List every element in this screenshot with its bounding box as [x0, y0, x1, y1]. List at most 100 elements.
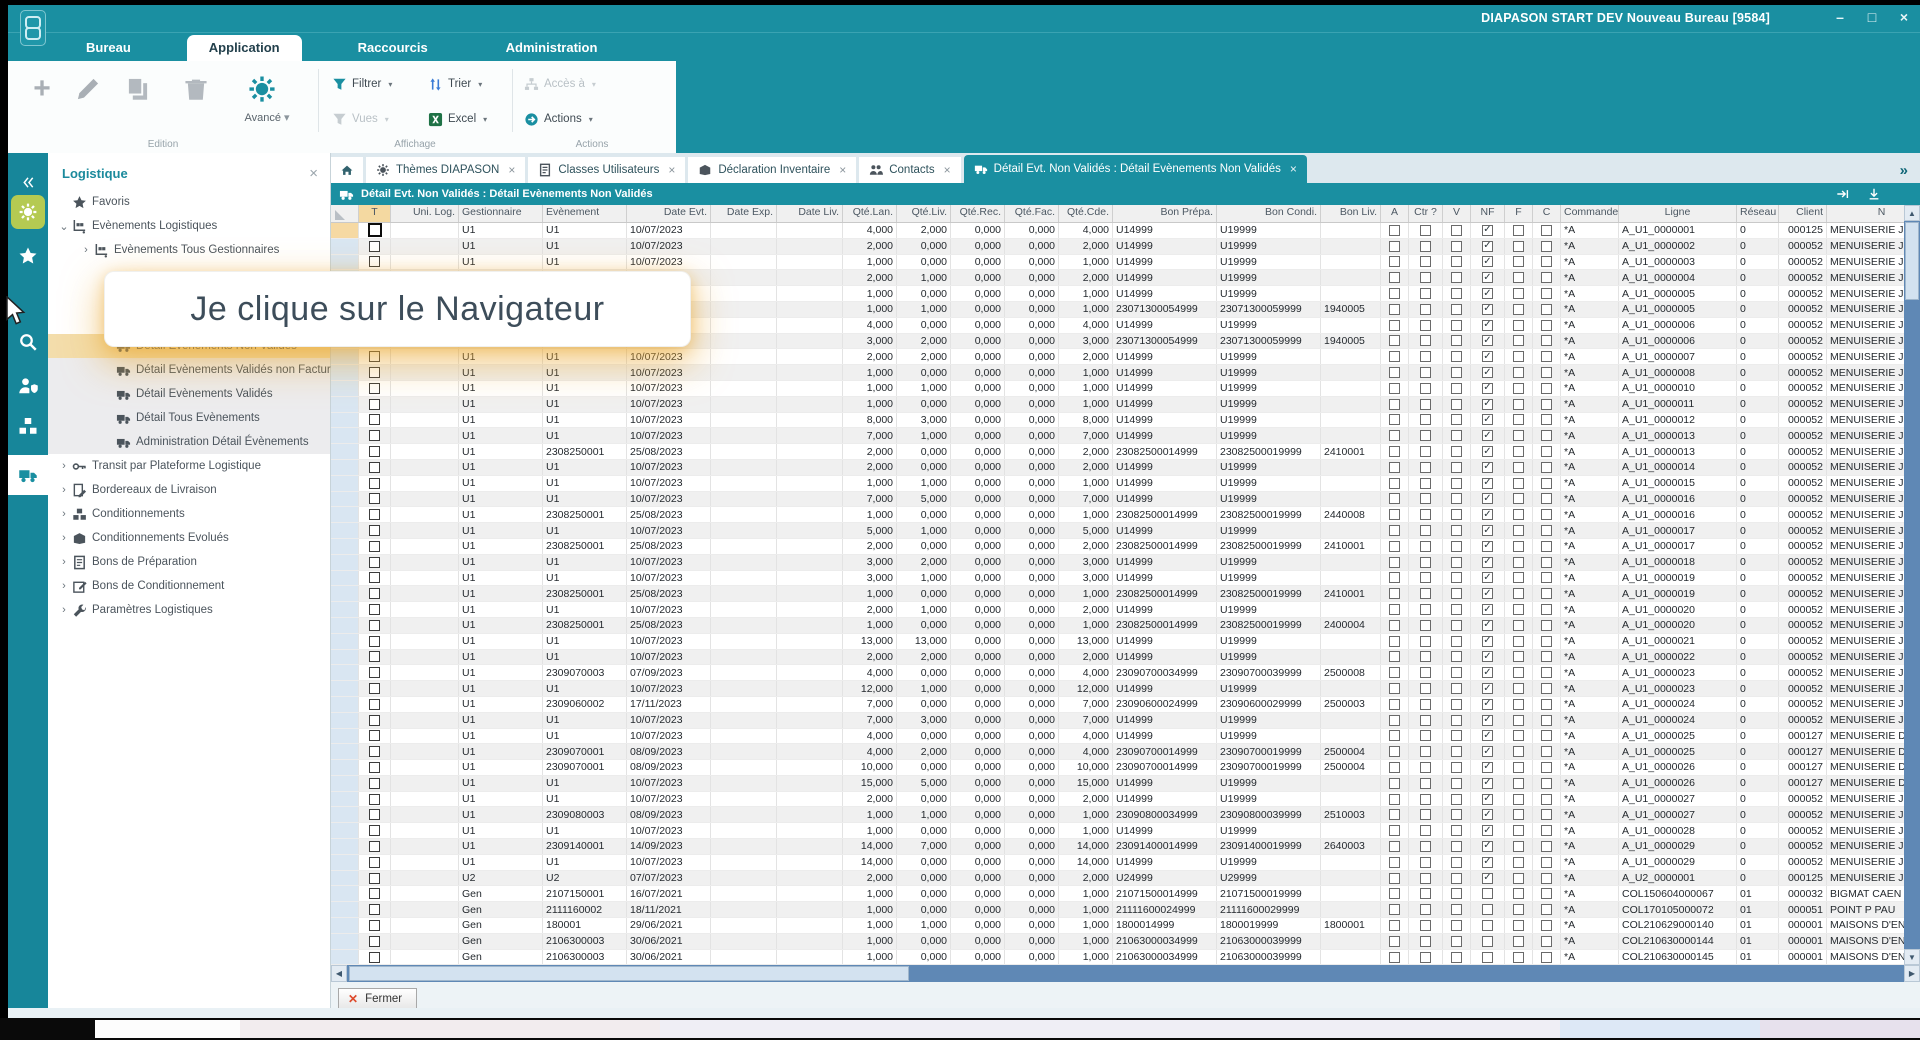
cell-qlan[interactable]: 2,000	[843, 650, 897, 665]
close-button[interactable]: ×	[1896, 9, 1912, 25]
cell-qcde[interactable]: 14,000	[1059, 839, 1113, 854]
cell-qrec[interactable]: 0,000	[951, 239, 1005, 254]
cell-sel[interactable]	[331, 555, 359, 570]
cell-qlan[interactable]: 1,000	[843, 807, 897, 822]
cell-even[interactable]: U1	[543, 792, 627, 807]
cell-ctr[interactable]	[1409, 444, 1443, 459]
checkbox-c[interactable]	[1541, 699, 1552, 710]
type-checkbox-icon[interactable]	[369, 857, 380, 868]
cell-t[interactable]	[359, 397, 391, 412]
cell-dliv[interactable]	[777, 428, 843, 443]
cell-dexp[interactable]	[711, 539, 777, 554]
cell-even[interactable]: 2309140001	[543, 839, 627, 854]
cell-qliv[interactable]: 0,000	[897, 539, 951, 554]
checkbox-nf-checked[interactable]: ✓	[1482, 446, 1493, 457]
cell-nf[interactable]: ✓	[1471, 365, 1505, 380]
cell-v[interactable]	[1443, 492, 1471, 507]
cell-ctr[interactable]	[1409, 823, 1443, 838]
cell-reseau[interactable]: 0	[1737, 555, 1779, 570]
cell-t[interactable]	[359, 823, 391, 838]
cell-ctr[interactable]	[1409, 792, 1443, 807]
cell-reseau[interactable]: 0	[1737, 539, 1779, 554]
nav-item-administration-d-tail-v-nements[interactable]: Administration Détail Évènements	[48, 430, 330, 454]
cell-ctr[interactable]	[1409, 349, 1443, 364]
cell-bprepa[interactable]: 23082500014999	[1113, 507, 1217, 522]
cell-f[interactable]	[1505, 760, 1533, 775]
cell-commande[interactable]: *A	[1561, 618, 1619, 633]
cell-devt[interactable]: 07/09/2023	[627, 665, 711, 680]
cell-ligne[interactable]: COL170105000072	[1619, 902, 1737, 917]
cell-unilog[interactable]	[391, 223, 459, 238]
checkbox-ctr[interactable]	[1420, 541, 1431, 552]
cell-commande[interactable]: *A	[1561, 223, 1619, 238]
cell-even[interactable]: U1	[543, 460, 627, 475]
cell-nf[interactable]: ✓	[1471, 776, 1505, 791]
cell-bliv[interactable]: 2500008	[1321, 665, 1381, 680]
cell-bcondi[interactable]: U19999	[1217, 713, 1321, 728]
cell-v[interactable]	[1443, 776, 1471, 791]
checkbox-v[interactable]	[1451, 794, 1462, 805]
cell-a[interactable]	[1381, 365, 1409, 380]
cell-bprepa[interactable]: 21063000034999	[1113, 934, 1217, 949]
cell-qfac[interactable]: 0,000	[1005, 555, 1059, 570]
vertical-scroll-thumb[interactable]	[1905, 222, 1919, 300]
checkbox-f[interactable]	[1513, 651, 1524, 662]
cell-sel[interactable]	[331, 586, 359, 601]
cell-c[interactable]	[1533, 270, 1561, 285]
cell-bcondi[interactable]: U19999	[1217, 492, 1321, 507]
cell-qliv[interactable]: 0,000	[897, 618, 951, 633]
cell-qrec[interactable]: 0,000	[951, 428, 1005, 443]
checkbox-ctr[interactable]	[1420, 667, 1431, 678]
cell-qliv[interactable]: 0,000	[897, 697, 951, 712]
cell-qliv[interactable]: 2,000	[897, 334, 951, 349]
cell-client[interactable]: 000052	[1779, 523, 1827, 538]
cell-t[interactable]	[359, 492, 391, 507]
cell-even[interactable]: U2	[543, 871, 627, 886]
cell-t[interactable]	[359, 760, 391, 775]
cell-c[interactable]	[1533, 492, 1561, 507]
checkbox-f[interactable]	[1513, 272, 1524, 283]
cell-a[interactable]	[1381, 634, 1409, 649]
type-checkbox-icon[interactable]	[369, 888, 380, 899]
checkbox-v[interactable]	[1451, 367, 1462, 378]
advanced-button[interactable]	[244, 71, 280, 107]
checkbox-v[interactable]	[1451, 572, 1462, 583]
cell-sel[interactable]	[331, 713, 359, 728]
cell-bcondi[interactable]: 21063000039999	[1217, 950, 1321, 965]
horizontal-scroll-thumb[interactable]	[349, 966, 909, 981]
cell-reseau[interactable]: 0	[1737, 729, 1779, 744]
cell-bliv[interactable]	[1321, 349, 1381, 364]
cell-qfac[interactable]: 0,000	[1005, 571, 1059, 586]
cell-sel[interactable]	[331, 460, 359, 475]
cell-bliv[interactable]	[1321, 365, 1381, 380]
cell-t[interactable]	[359, 902, 391, 917]
cell-commande[interactable]: *A	[1561, 397, 1619, 412]
checkbox-a[interactable]	[1389, 620, 1400, 631]
cell-t[interactable]	[359, 886, 391, 901]
checkbox-v[interactable]	[1451, 778, 1462, 789]
cell-unilog[interactable]	[391, 839, 459, 854]
cell-c[interactable]	[1533, 807, 1561, 822]
cell-c[interactable]	[1533, 681, 1561, 696]
checkbox-nf-checked[interactable]: ✓	[1482, 304, 1493, 315]
cell-qcde[interactable]: 2,000	[1059, 650, 1113, 665]
cell-qrec[interactable]: 0,000	[951, 634, 1005, 649]
cell-client[interactable]: 000052	[1779, 823, 1827, 838]
checkbox-ctr[interactable]	[1420, 762, 1431, 773]
cell-t[interactable]	[359, 792, 391, 807]
cell-ligne[interactable]: A_U1_0000025	[1619, 729, 1737, 744]
cell-a[interactable]	[1381, 855, 1409, 870]
cell-bcondi[interactable]: 23082500019999	[1217, 618, 1321, 633]
checkbox-ctr[interactable]	[1420, 715, 1431, 726]
checkbox-ctr[interactable]	[1420, 351, 1431, 362]
cell-v[interactable]	[1443, 855, 1471, 870]
cell-qliv[interactable]: 1,000	[897, 270, 951, 285]
cell-v[interactable]	[1443, 270, 1471, 285]
cell-bliv[interactable]: 2410001	[1321, 586, 1381, 601]
cell-devt[interactable]: 10/07/2023	[627, 555, 711, 570]
cell-bprepa[interactable]: 23082500014999	[1113, 444, 1217, 459]
cell-dexp[interactable]	[711, 934, 777, 949]
cell-c[interactable]	[1533, 650, 1561, 665]
cell-gest[interactable]: U1	[459, 776, 543, 791]
cell-dliv[interactable]	[777, 460, 843, 475]
